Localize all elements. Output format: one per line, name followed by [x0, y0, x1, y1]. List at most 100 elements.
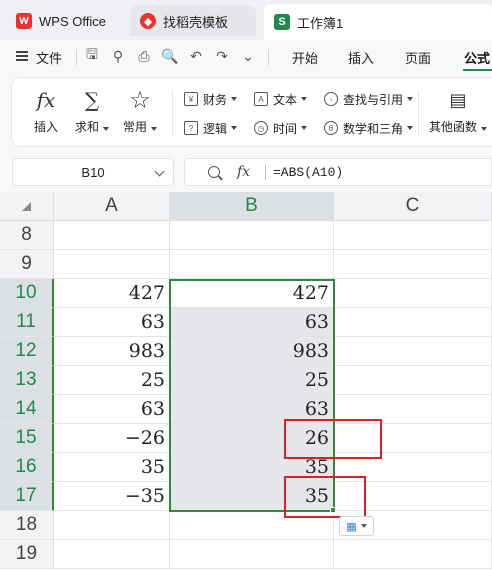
tab-workbook[interactable]: S 工作簿1: [264, 4, 492, 40]
finance-button[interactable]: ¥ 财务: [184, 88, 238, 110]
cell-c[interactable]: [334, 424, 492, 453]
row-header[interactable]: 15: [0, 424, 54, 453]
zoom-icon[interactable]: [208, 166, 220, 178]
paste-options-button[interactable]: ▦: [339, 516, 374, 536]
share-icon[interactable]: ⚲: [108, 46, 128, 66]
cell-a[interactable]: 35: [54, 453, 170, 482]
row-header[interactable]: 11: [0, 308, 54, 337]
time-button[interactable]: ◷ 时间: [254, 117, 308, 139]
cell-b[interactable]: [170, 511, 334, 540]
quick-access-dropdown-icon[interactable]: ⌄: [238, 46, 258, 66]
cell-b[interactable]: [170, 540, 334, 569]
cell-b[interactable]: 63: [170, 395, 334, 424]
menu-row: 文件 🖫 ⚲ ⎙ 🔍 ↶ ↷ ⌄ 开始 插入 页面 公式: [0, 40, 492, 72]
autosum-label: 求和: [75, 118, 109, 135]
tab-formulas[interactable]: 公式: [464, 48, 490, 67]
divider: [265, 165, 266, 180]
ribbon: fx 插入 ∑ 求和 ☆ 常用 ¥ 财务 A 文本 ◦ 查找与引用 ? 逻辑 ◷ 时间 θ…: [0, 72, 492, 154]
autosum-button[interactable]: ∑ 求和: [70, 86, 114, 140]
menu-file[interactable]: 文件: [36, 48, 62, 67]
cell-a[interactable]: −26: [54, 424, 170, 453]
tab-templates-label: 找稻壳模板: [163, 14, 229, 30]
name-box[interactable]: B10: [12, 158, 174, 186]
row-header[interactable]: 17: [0, 482, 54, 511]
cell-a[interactable]: [54, 221, 170, 250]
chevron-down-icon[interactable]: [154, 166, 165, 177]
cell-b[interactable]: 26: [170, 424, 334, 453]
math-trig-button[interactable]: θ 数学和三角: [324, 117, 414, 139]
print-icon[interactable]: ⎙: [134, 46, 154, 66]
row-header[interactable]: 9: [0, 250, 54, 279]
main-menu-icon[interactable]: [16, 51, 28, 61]
cell-b[interactable]: 63: [170, 308, 334, 337]
row-header[interactable]: 10: [0, 279, 54, 308]
sigma-icon: ∑: [84, 88, 100, 112]
cell-b[interactable]: 983: [170, 337, 334, 366]
cell-b[interactable]: 35: [170, 453, 334, 482]
cell-a[interactable]: 983: [54, 337, 170, 366]
column-header-c[interactable]: C: [334, 192, 492, 221]
redo-icon[interactable]: ↷: [212, 46, 232, 66]
cell-c[interactable]: [334, 221, 492, 250]
cell-c[interactable]: [334, 482, 492, 511]
lookup-icon: ◦: [324, 92, 338, 106]
cell-c[interactable]: [334, 395, 492, 424]
tab-home[interactable]: 开始: [292, 48, 318, 67]
more-functions-button[interactable]: ▤ 其他函数: [426, 86, 490, 140]
tab-wps-office-label: WPS Office: [39, 13, 106, 29]
cell-a[interactable]: [54, 250, 170, 279]
cell-c[interactable]: [334, 279, 492, 308]
tab-templates[interactable]: ◆ 找稻壳模板: [130, 6, 256, 36]
undo-icon[interactable]: ↶: [186, 46, 206, 66]
column-header-b[interactable]: B: [170, 192, 334, 221]
tab-insert[interactable]: 插入: [348, 48, 374, 67]
save-icon[interactable]: 🖫: [82, 46, 102, 66]
cell-c[interactable]: [334, 453, 492, 482]
common-functions-button[interactable]: ☆ 常用: [118, 86, 162, 140]
cell-b[interactable]: 25: [170, 366, 334, 395]
column-header-a[interactable]: A: [54, 192, 170, 221]
row-header[interactable]: 14: [0, 395, 54, 424]
formula-input[interactable]: fx =ABS(A10): [184, 158, 492, 186]
math-icon: θ: [324, 121, 338, 135]
row-header[interactable]: 8: [0, 221, 54, 250]
cell-a[interactable]: 25: [54, 366, 170, 395]
row-header[interactable]: 12: [0, 337, 54, 366]
text-button[interactable]: A 文本: [254, 88, 308, 110]
cell-b[interactable]: [170, 221, 334, 250]
cell-b[interactable]: 35: [170, 482, 334, 511]
divider: [76, 49, 77, 65]
cell-b[interactable]: [170, 250, 334, 279]
cell-c[interactable]: [334, 250, 492, 279]
row-header[interactable]: 18: [0, 511, 54, 540]
more-functions-icon: ▤: [449, 89, 467, 111]
select-all-corner[interactable]: [0, 192, 54, 221]
divider: [268, 49, 269, 65]
row-header[interactable]: 19: [0, 540, 54, 569]
spreadsheet-grid[interactable]: A B C 8 9 10 427 427 11 63 63 12 983 983 13 25 25 14 63…: [0, 192, 492, 571]
cell-c[interactable]: [334, 308, 492, 337]
cell-c[interactable]: [334, 366, 492, 395]
cell-a[interactable]: 63: [54, 308, 170, 337]
lookup-button[interactable]: ◦ 查找与引用: [324, 88, 414, 110]
cell-c[interactable]: [334, 540, 492, 569]
formula-text[interactable]: =ABS(A10): [273, 165, 343, 180]
print-preview-icon[interactable]: 🔍: [160, 46, 180, 66]
cell-a[interactable]: −35: [54, 482, 170, 511]
cell-b[interactable]: 427: [170, 279, 334, 308]
tab-wps-office[interactable]: W WPS Office: [6, 6, 124, 36]
fill-handle[interactable]: [330, 507, 336, 513]
row-header[interactable]: 16: [0, 453, 54, 482]
insert-function-button[interactable]: fx 插入: [24, 86, 68, 140]
row-header[interactable]: 13: [0, 366, 54, 395]
cell-a[interactable]: 63: [54, 395, 170, 424]
cell-a[interactable]: 427: [54, 279, 170, 308]
spreadsheet-logo-icon: S: [274, 14, 290, 30]
insert-function-icon[interactable]: fx: [237, 164, 250, 180]
cell-a[interactable]: [54, 511, 170, 540]
logic-button[interactable]: ? 逻辑: [184, 117, 238, 139]
cell-c[interactable]: [334, 337, 492, 366]
tab-page[interactable]: 页面: [405, 48, 431, 67]
tab-workbook-label: 工作簿1: [297, 15, 344, 31]
cell-a[interactable]: [54, 540, 170, 569]
